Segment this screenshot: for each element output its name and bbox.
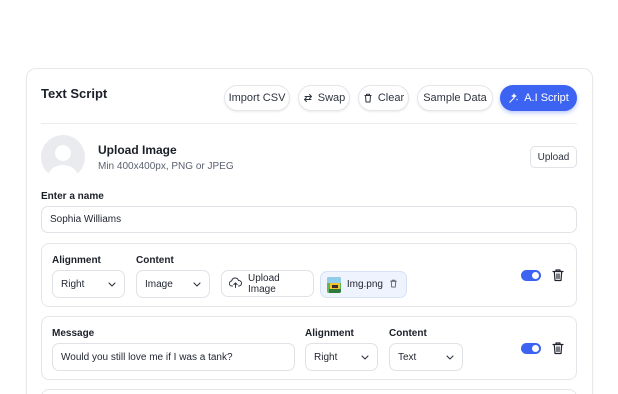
content-select[interactable]: Image <box>136 270 210 298</box>
import-csv-label: Import CSV <box>228 92 286 104</box>
content-select-value: Image <box>145 278 173 290</box>
content-select-value: Text <box>398 351 417 363</box>
row2-visibility-toggle[interactable] <box>521 343 541 354</box>
upload-image-button[interactable]: Upload Image <box>221 270 314 297</box>
content-select[interactable]: Text <box>389 343 463 371</box>
content-label: Content <box>389 328 427 339</box>
swap-label: Swap <box>317 92 346 104</box>
uploaded-file-chip: Img.png <box>320 271 407 298</box>
alignment-label: Alignment <box>305 328 354 339</box>
message-input-value: Would you still love me if I was a tank? <box>61 351 233 363</box>
name-label: Enter a name <box>41 191 104 202</box>
next-row-section <box>41 389 577 394</box>
upload-image-hint: Min 400x400px, PNG or JPEG <box>98 161 234 172</box>
clear-button[interactable]: Clear <box>358 85 409 111</box>
row1-delete-icon[interactable] <box>551 268 565 282</box>
swap-icon <box>303 93 313 103</box>
row2-delete-icon[interactable] <box>551 341 565 355</box>
ai-script-label: A.I Script <box>524 92 569 104</box>
chevron-down-icon <box>108 279 116 290</box>
upload-button[interactable]: Upload <box>530 146 577 168</box>
upload-image-title: Upload Image <box>98 143 177 157</box>
trash-icon <box>363 93 373 103</box>
message-label: Message <box>52 328 95 339</box>
name-input[interactable]: Sophia Williams <box>41 206 577 233</box>
alignment-select-value: Right <box>314 351 338 363</box>
cloud-upload-icon <box>228 277 242 291</box>
alignment-select[interactable]: Right <box>52 270 125 298</box>
clear-label: Clear <box>377 92 405 104</box>
content-label: Content <box>136 255 174 266</box>
magic-wand-icon <box>508 93 519 104</box>
avatar-placeholder <box>41 135 85 179</box>
page-title: Text Script <box>41 86 108 101</box>
remove-file-icon[interactable] <box>389 279 398 291</box>
alignment-select-value: Right <box>61 278 85 290</box>
image-thumbnail <box>327 276 341 293</box>
import-csv-button[interactable]: Import CSV <box>224 85 290 111</box>
sample-data-button[interactable]: Sample Data <box>417 85 493 111</box>
swap-button[interactable]: Swap <box>298 85 350 111</box>
alignment-label: Alignment <box>52 255 101 266</box>
chevron-down-icon <box>193 279 201 290</box>
chevron-down-icon <box>446 352 454 363</box>
file-name: Img.png <box>346 279 383 290</box>
name-input-value: Sophia Williams <box>50 214 122 225</box>
sample-data-label: Sample Data <box>423 92 487 104</box>
row1-visibility-toggle[interactable] <box>521 270 541 281</box>
ai-script-button[interactable]: A.I Script <box>500 85 577 111</box>
upload-image-label: Upload Image <box>248 272 280 295</box>
user-icon <box>47 145 79 179</box>
alignment-select[interactable]: Right <box>305 343 378 371</box>
chevron-down-icon <box>361 352 369 363</box>
header-divider <box>41 123 577 124</box>
message-input[interactable]: Would you still love me if I was a tank? <box>52 343 295 371</box>
